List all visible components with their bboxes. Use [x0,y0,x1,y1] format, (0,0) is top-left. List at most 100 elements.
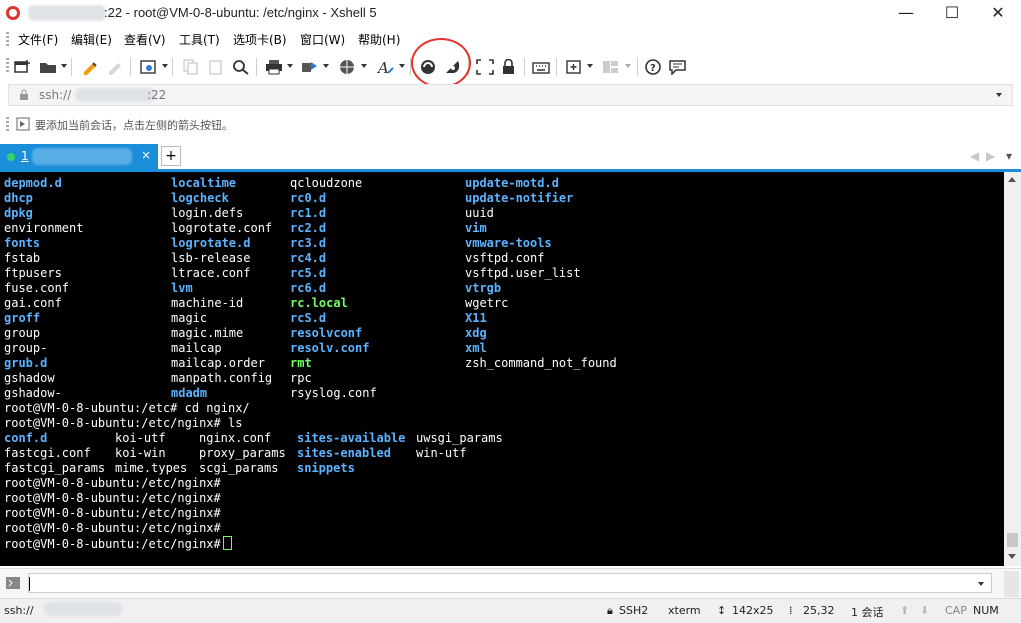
reconnect-icon[interactable] [80,57,100,77]
add-tab-button[interactable]: + [161,146,181,166]
terminal-entry: vtrgb [465,281,502,295]
terminal-cursor [222,536,232,550]
terminal-entry: xml [465,341,487,355]
globe-dropdown-icon[interactable] [361,64,367,68]
globe-icon[interactable] [338,57,358,77]
layout-dropdown-icon[interactable] [625,64,631,68]
text-caret [29,577,30,591]
terminal-entry: rc.local [290,296,348,310]
terminal-entry: vsftpd.user_list [465,266,581,280]
terminal-entry: logrotate.conf [171,221,273,235]
menu-edit[interactable]: 编辑(E) [71,31,112,48]
open-dropdown-icon[interactable] [61,64,67,68]
tab-list-icon[interactable]: ▾ [1006,149,1012,163]
menu-file[interactable]: 文件(F) [18,31,58,48]
terminal-entry: machine-id [171,296,244,310]
xshell-app-icon[interactable] [6,6,20,20]
open-folder-icon[interactable] [38,57,58,77]
compose-scrollbar[interactable] [1004,571,1019,597]
status-caps: CAP [945,604,967,617]
toolbar-separator [256,58,257,76]
terminal-output[interactable]: depmod.d localtime qcloudzone update-motd.d… [0,172,1004,566]
properties-icon[interactable] [139,57,159,77]
scrollbar-thumb[interactable] [1007,533,1018,547]
disconnect-icon[interactable] [105,57,125,77]
redacted-status-host [44,602,122,616]
terminal-entry: rc2.d [290,221,327,235]
terminal-scrollbar[interactable] [1004,172,1021,566]
toolbar-separator [71,58,72,76]
transfer-icon[interactable] [300,57,320,77]
terminal-entry: logrotate.d [171,236,251,250]
maximize-button[interactable]: ☐ [929,0,975,28]
tab-label: 1 [21,149,29,163]
prompt-line: root@VM-0-8-ubuntu:/etc/nginx# [4,521,221,536]
scroll-up-icon[interactable] [1008,177,1016,182]
svg-text:?: ? [650,63,656,74]
paste-icon[interactable] [206,57,226,77]
address-scheme: ssh:// [39,88,72,102]
terminal-entry: magic [171,311,208,325]
prompt-line: root@VM-0-8-ubuntu:/etc/nginx# [4,506,221,521]
compose-dropdown-icon[interactable] [978,582,984,586]
minimize-button[interactable]: — [883,0,929,28]
font-icon[interactable]: A [376,57,396,77]
terminal-entry: sites-available [297,431,406,445]
status-connection: ssh:// [4,604,34,617]
terminal-entry: koi-utf [115,431,166,445]
print-dropdown-icon[interactable] [287,64,293,68]
tab-session-1[interactable]: 1 × [0,144,158,170]
address-dropdown-icon[interactable] [996,93,1002,97]
tab-bar: 1 × + ◀ ▶ ▾ [0,144,1021,170]
menu-tabs[interactable]: 选项卡(B) [233,31,287,48]
tab-prev-icon[interactable]: ◀ [970,149,979,163]
compose-input[interactable] [28,573,992,593]
compose-terminal-icon[interactable] [6,577,20,592]
tab-next-icon[interactable]: ▶ [986,149,995,163]
hint-grip-handle[interactable] [6,117,9,131]
chat-icon[interactable] [668,57,688,77]
add-session-arrow-icon[interactable] [16,117,30,134]
terminal-entry: fonts [4,236,41,250]
terminal-entry: update-motd.d [465,176,559,190]
terminal-entry: mailcap.order [171,356,265,370]
new-tab-icon[interactable] [564,57,584,77]
help-icon[interactable]: ? [644,57,664,77]
menu-bar: 文件(F) 编辑(E) 查看(V) 工具(T) 选项卡(B) 窗口(W) 帮助(… [0,28,1021,50]
keyboard-icon[interactable] [531,57,551,77]
tab-close-button[interactable]: × [141,148,151,162]
fullscreen-icon[interactable] [475,57,495,77]
terminal-entry: group [4,326,41,340]
toolbar: A ? [0,52,1021,82]
menu-window[interactable]: 窗口(W) [300,31,345,48]
toolbar-grip-handle[interactable] [6,58,9,72]
properties-dropdown-icon[interactable] [162,64,168,68]
toolbar-separator [637,58,638,76]
close-button[interactable]: ✕ [975,0,1021,28]
status-num: NUM [973,604,999,617]
upload-arrow-icon: ⬆ [900,604,910,617]
print-icon[interactable] [264,57,284,77]
scroll-down-icon[interactable] [1008,554,1016,559]
terminal-entry: ltrace.conf [171,266,251,280]
terminal-entry: rc4.d [290,251,327,265]
terminal-entry: wgetrc [465,296,509,310]
new-tab-dropdown-icon[interactable] [587,64,593,68]
find-icon[interactable] [231,57,251,77]
copy-icon[interactable] [181,57,201,77]
lock-icon[interactable] [499,57,519,77]
new-session-icon[interactable] [13,57,33,77]
terminal-entry: lvm [171,281,193,295]
menu-view[interactable]: 查看(V) [124,31,166,48]
font-dropdown-icon[interactable] [399,64,405,68]
menu-tools[interactable]: 工具(T) [179,31,220,48]
address-bar[interactable]: ssh:// :22 [8,84,1013,106]
layout-icon[interactable] [601,57,621,77]
menu-grip-handle[interactable] [6,32,9,46]
terminal-entry: rmt [290,356,312,370]
menu-help[interactable]: 帮助(H) [358,31,400,48]
transfer-dropdown-icon[interactable] [323,64,329,68]
status-bar: ssh:// 🔒︎ SSH2 xterm ↕ 142x25 ⁞ 25,32 1 … [0,598,1021,623]
status-size: 142x25 [732,604,774,617]
download-arrow-icon: ⬇ [920,604,930,617]
